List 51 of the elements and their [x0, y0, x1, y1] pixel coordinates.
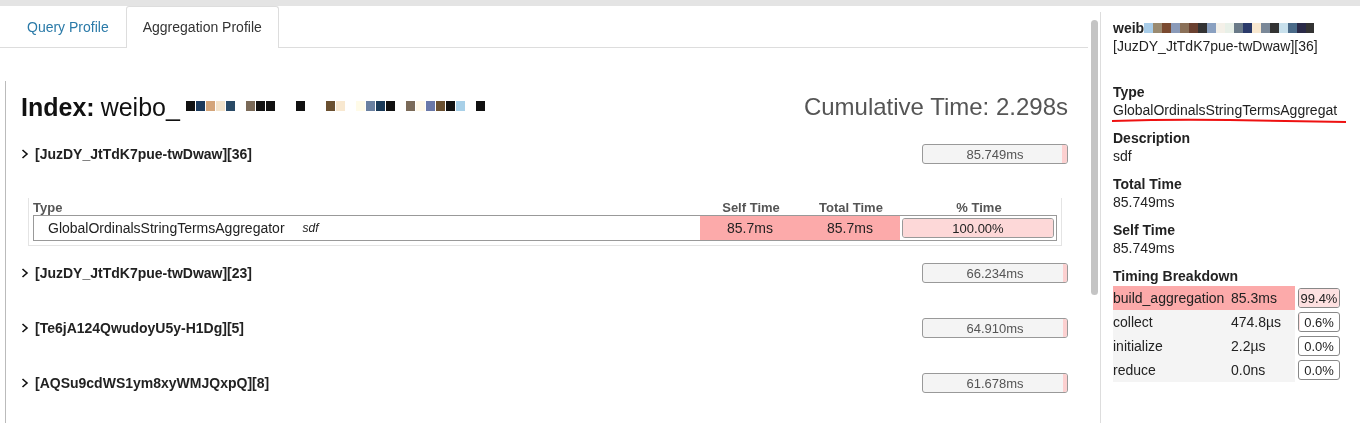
cumulative-time: Cumulative Time: 2.298s — [803, 93, 1068, 121]
table-row[interactable]: GlobalOrdinalsStringTermsAggregator sdf 85.7ms 85.7ms 100.00% — [33, 215, 1057, 241]
phase-time: 85.3ms — [1231, 290, 1277, 306]
total-time-cell: 85.7ms — [800, 216, 900, 240]
column-header: Total Time — [818, 200, 884, 215]
breakdown-title: Timing Breakdown — [1113, 268, 1239, 284]
tab[interactable]: Query Profile — [10, 6, 126, 48]
time-value: 61.678ms — [966, 375, 1024, 391]
scrollbar-thumb[interactable] — [1091, 20, 1098, 295]
percent-value: 0.0% — [1304, 338, 1334, 354]
time-value: 85.749ms — [966, 146, 1024, 162]
field-value: sdf — [1113, 148, 1133, 164]
index-name: weibo_ — [100, 92, 180, 122]
chevron-icon[interactable] — [21, 323, 29, 333]
index-label: Index: — [21, 92, 95, 122]
chevron-icon[interactable] — [21, 378, 29, 388]
phase-name: reduce — [1113, 362, 1157, 378]
chevron-icon[interactable] — [21, 149, 29, 159]
aggregation-name[interactable]: [JuzDY_JtTdK7pue-twDwaw][36] — [35, 146, 922, 162]
column-header: Type — [33, 200, 64, 215]
aggregation-name[interactable]: [AQSu9cdWS1ym8xyWMJQxpQ][8] — [35, 375, 922, 391]
percent-value: 100.00% — [952, 220, 1004, 236]
field-label: Self Time — [1113, 222, 1176, 238]
details-subtitle: [JuzDY_JtTdK7pue-twDwaw][36] — [1113, 38, 1319, 54]
type-cell: GlobalOrdinalsStringTermsAggregator — [48, 220, 285, 236]
field-label: Total Time — [1113, 176, 1183, 192]
field-label: Type — [1113, 84, 1146, 100]
details-title: weib — [1113, 20, 1145, 36]
percent-value: 0.6% — [1304, 314, 1334, 330]
column-header: % Time — [955, 200, 1003, 215]
field-value: GlobalOrdinalsStringTermsAggregat — [1113, 102, 1339, 118]
time-value: 64.910ms — [966, 320, 1024, 336]
phase-name: collect — [1113, 314, 1154, 330]
chevron-icon[interactable] — [21, 268, 29, 278]
percent-value: 99.4% — [1300, 290, 1338, 306]
phase-time: 2.2µs — [1231, 338, 1266, 354]
field-value: 85.749ms — [1113, 240, 1176, 256]
time-value: 66.234ms — [966, 265, 1024, 281]
phase-name: build_aggregation — [1113, 290, 1226, 306]
tab[interactable]: Aggregation Profile — [125, 6, 279, 48]
field-value: 85.749ms — [1113, 194, 1176, 210]
aggregation-name[interactable]: [Te6jA124QwudoyU5y-H1Dg][5] — [35, 320, 922, 336]
phase-name: initialize — [1113, 338, 1164, 354]
self-time-cell: 85.7ms — [700, 216, 800, 240]
phase-time: 474.8µs — [1231, 314, 1282, 330]
description-cell: sdf — [302, 221, 319, 235]
column-header: Self Time — [721, 200, 781, 215]
aggregation-name[interactable]: [JuzDY_JtTdK7pue-twDwaw][23] — [35, 265, 922, 281]
phase-time: 0.0ns — [1231, 362, 1266, 378]
field-label: Description — [1113, 130, 1191, 146]
percent-value: 0.0% — [1304, 362, 1334, 378]
